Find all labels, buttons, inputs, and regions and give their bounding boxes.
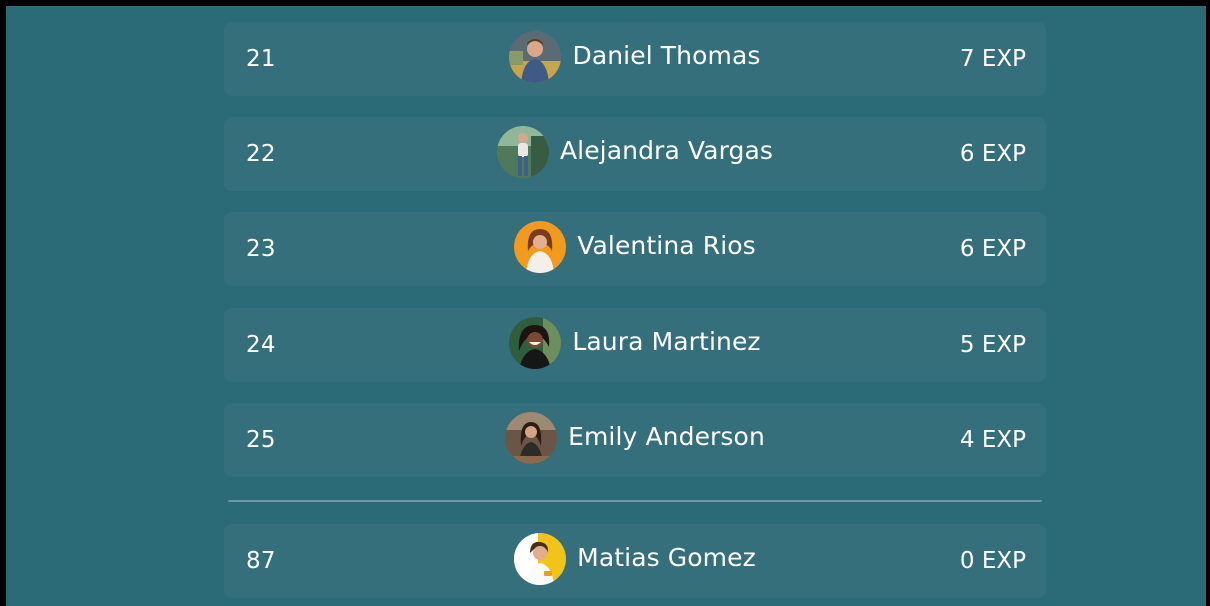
player-info: Alejandra Vargas (224, 117, 1046, 191)
avatar[interactable] (509, 31, 562, 83)
player-info: Matias Gomez (224, 524, 1046, 598)
rank-number: 24 (246, 332, 276, 358)
leaderboard-window: 21 Daniel Thomas 7 EXP 22 Alejandra Varg… (0, 0, 1210, 606)
exp-value: 0 EXP (959, 548, 1026, 574)
player-name: Alejandra Vargas (559, 135, 774, 165)
rank-number: 21 (246, 46, 276, 72)
avatar[interactable] (514, 533, 567, 585)
leaderboard-row[interactable]: 23 Valentina Rios 6 EXP (224, 212, 1046, 286)
avatar[interactable] (505, 412, 558, 464)
exp-value: 5 EXP (959, 332, 1026, 358)
player-info: Daniel Thomas (224, 22, 1046, 96)
exp-value: 6 EXP (959, 236, 1026, 262)
player-name: Valentina Rios (577, 230, 756, 260)
avatar[interactable] (509, 317, 562, 369)
current-user-divider (228, 500, 1042, 502)
rank-number: 25 (246, 427, 276, 453)
player-info: Laura Martinez (224, 308, 1046, 382)
player-info: Valentina Rios (224, 212, 1046, 286)
player-name: Matias Gomez (577, 542, 756, 572)
exp-value: 7 EXP (959, 46, 1026, 72)
leaderboard-row[interactable]: 24 Laura Martinez 5 EXP (224, 308, 1046, 382)
player-name: Laura Martinez (572, 326, 761, 356)
rank-number: 22 (246, 141, 276, 167)
leaderboard-row[interactable]: 21 Daniel Thomas 7 EXP (224, 22, 1046, 96)
current-user-row[interactable]: 87 Matias Gomez 0 EXP (224, 524, 1046, 598)
rank-number: 23 (246, 236, 276, 262)
exp-value: 4 EXP (959, 427, 1026, 453)
avatar[interactable] (496, 126, 549, 178)
leaderboard-row[interactable]: 25 Emily Anderson 4 EXP (224, 403, 1046, 477)
avatar[interactable] (514, 221, 567, 273)
exp-value: 6 EXP (959, 141, 1026, 167)
leaderboard-row[interactable]: 22 Alejandra Vargas 6 EXP (224, 117, 1046, 191)
player-name: Emily Anderson (568, 421, 765, 451)
player-name: Daniel Thomas (572, 40, 761, 70)
player-info: Emily Anderson (224, 403, 1046, 477)
rank-number: 87 (246, 548, 276, 574)
